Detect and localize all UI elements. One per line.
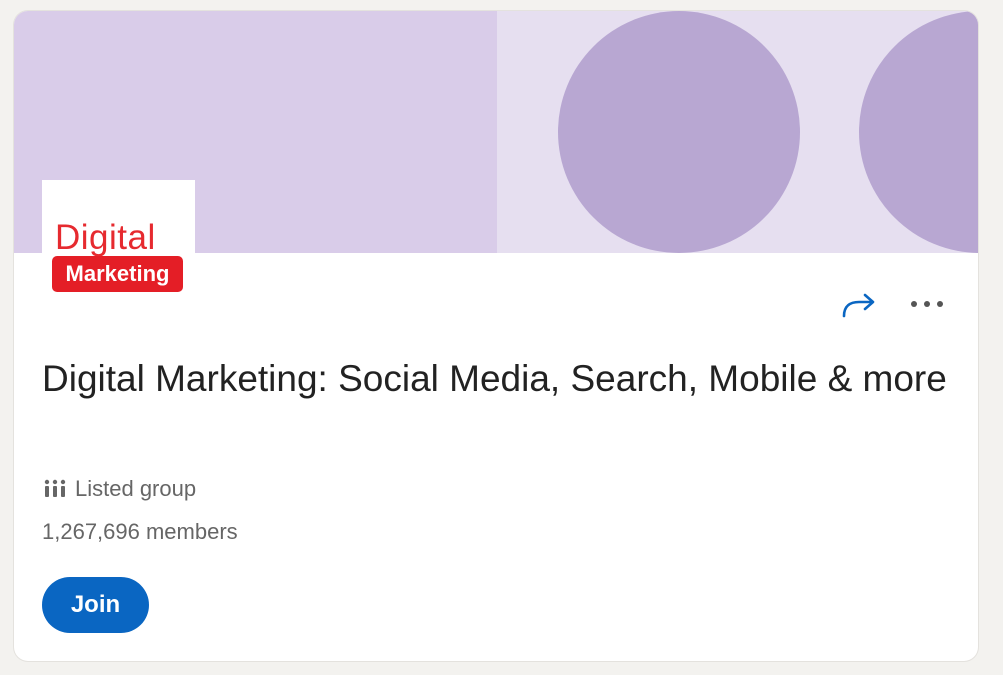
member-count: 1,267,696 members bbox=[42, 519, 238, 544]
banner-circle bbox=[558, 11, 800, 253]
join-button[interactable]: Join bbox=[42, 577, 149, 633]
share-arrow-icon bbox=[842, 293, 875, 318]
group-title[interactable]: Digital Marketing: Social Media, Search,… bbox=[42, 352, 952, 405]
group-card: Digital Marketing Digital Marketing: Soc… bbox=[14, 11, 978, 661]
group-logo[interactable]: Digital Marketing bbox=[42, 180, 195, 302]
visibility-label: Listed group bbox=[75, 476, 197, 501]
group-people-icon bbox=[44, 479, 66, 497]
share-button[interactable] bbox=[839, 284, 879, 324]
group-visibility: Listed group bbox=[44, 476, 196, 502]
more-horizontal-icon bbox=[911, 301, 943, 307]
more-options-button[interactable] bbox=[907, 284, 947, 324]
logo-badge: Marketing bbox=[52, 256, 183, 292]
logo-word: Digital bbox=[55, 218, 156, 257]
